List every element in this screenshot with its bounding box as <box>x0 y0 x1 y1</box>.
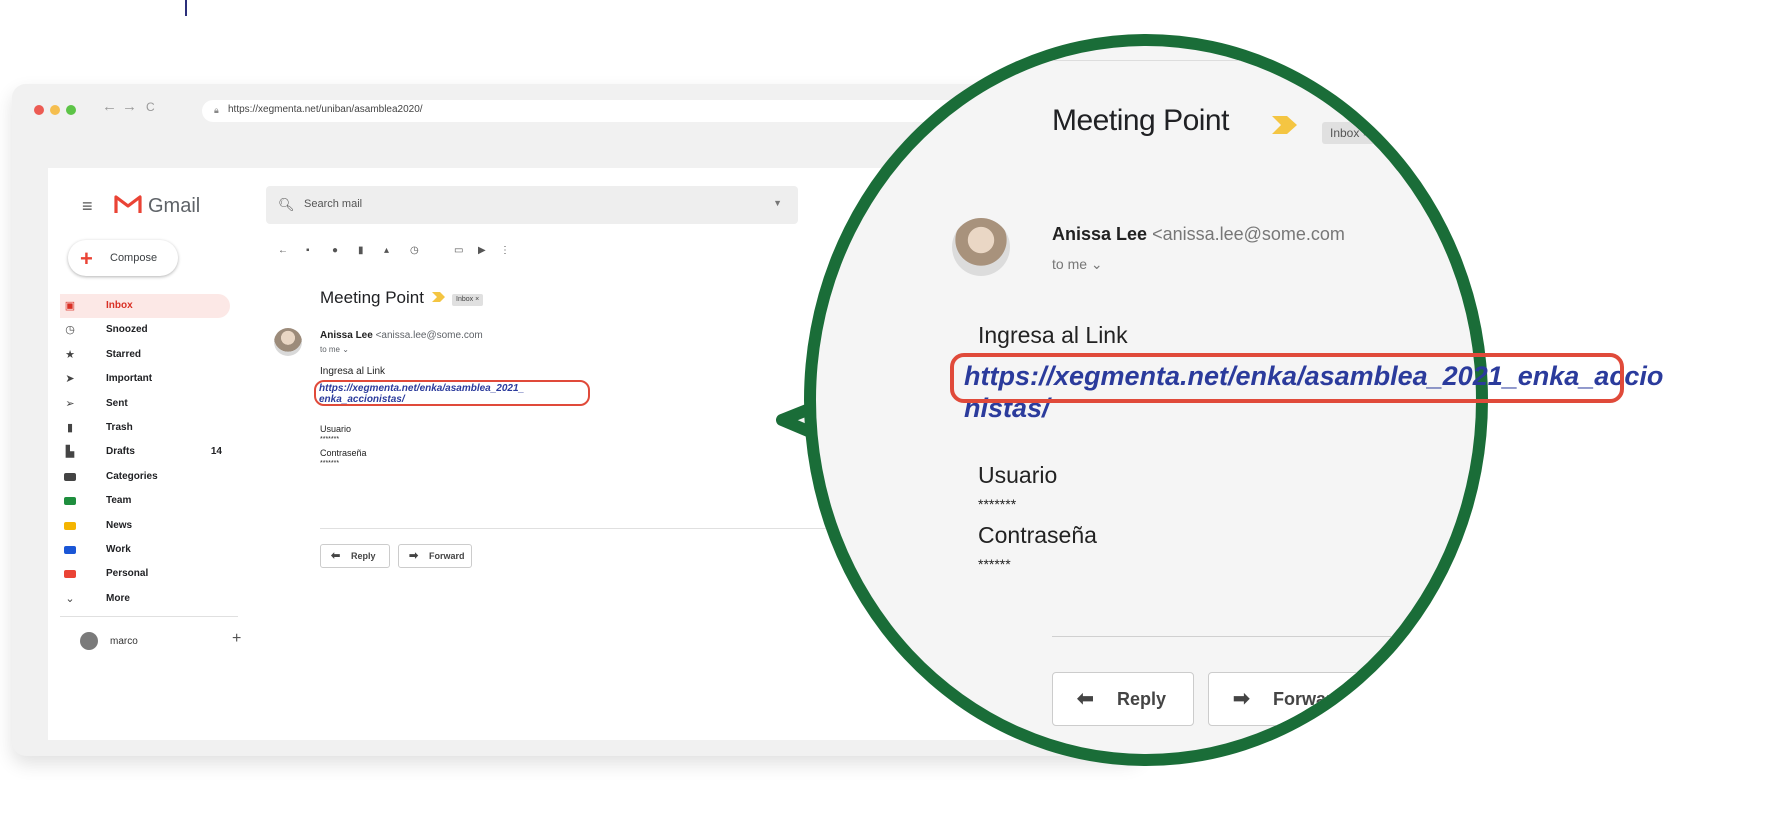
zoom-forward-button: ➡︎ Forward <box>1208 672 1360 726</box>
zoom-password-value: ****** <box>978 556 1011 572</box>
zoom-email-body-intro: Ingresa al Link <box>978 322 1128 348</box>
zoom-important-marker-icon <box>1272 116 1297 134</box>
zoom-forward-icon: ➡︎ <box>1233 688 1250 710</box>
zoom-reply-label: Reply <box>1117 689 1167 709</box>
zoom-forward-label: Forward <box>1273 689 1345 709</box>
zoom-user-value: ******* <box>978 496 1017 512</box>
zoom-sender-line: Anissa Lee <anissa.lee@some.com <box>1052 224 1345 245</box>
zoom-link-highlight-box <box>950 353 1624 403</box>
zoom-recipient-line: to me ⌄ <box>1052 256 1103 272</box>
zoom-reply-button: ⬅︎ Reply <box>1052 672 1194 726</box>
zoom-reply-icon: ⬅︎ <box>1077 688 1094 710</box>
zoom-sender-email: <anissa.lee@some.com <box>1152 224 1345 244</box>
zoom-password-label: Contraseña <box>978 522 1097 548</box>
zoom-inbox-label-badge: Inbox × <box>1322 122 1378 144</box>
zoom-top-divider <box>1052 60 1476 61</box>
zoom-sender-name: Anissa Lee <box>1052 224 1148 244</box>
zoom-email-divider <box>1052 636 1476 637</box>
zoom-user-label: Usuario <box>978 462 1058 488</box>
zoom-sender-avatar <box>952 218 1010 276</box>
zoom-email-subject: Meeting Point <box>1052 104 1229 137</box>
